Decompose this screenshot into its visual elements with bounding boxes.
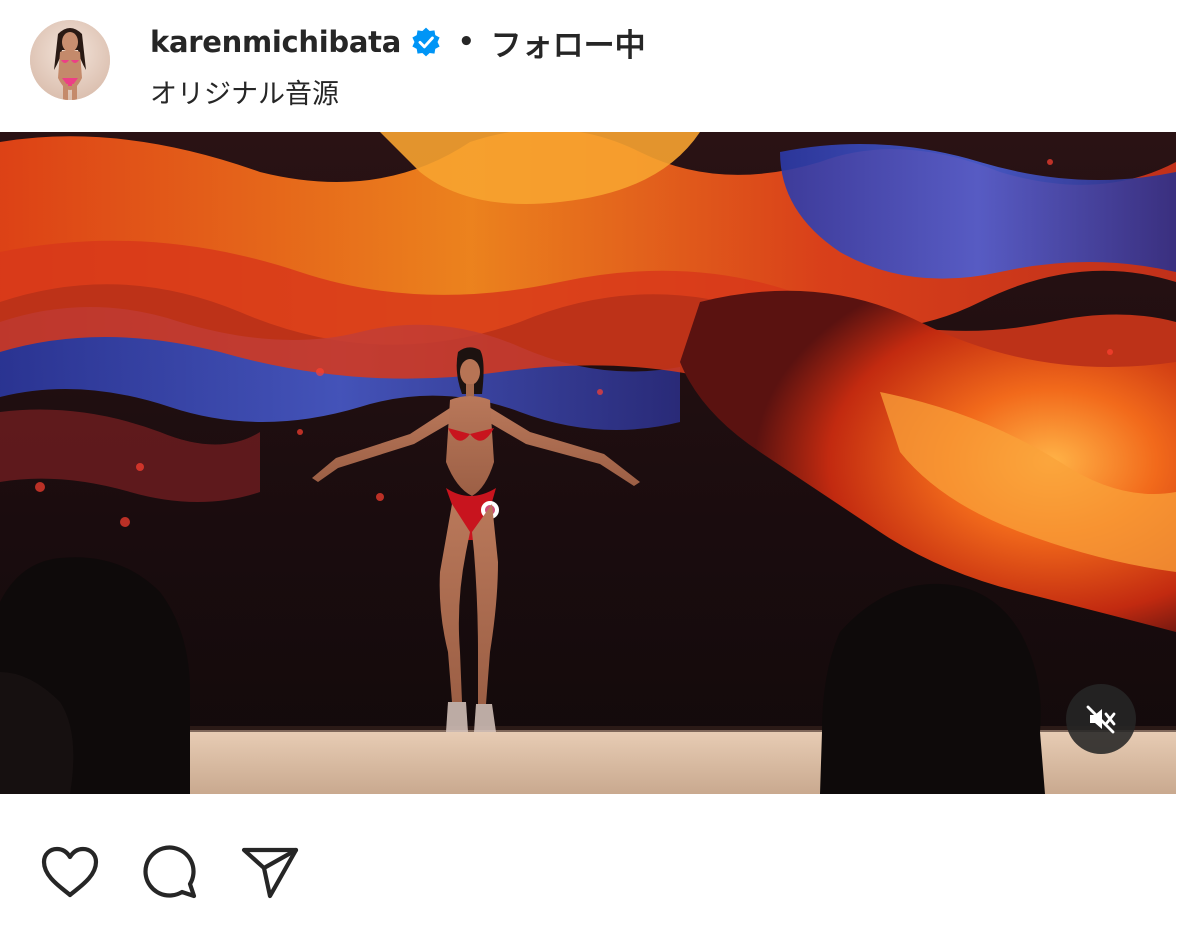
separator-dot: • [457,27,475,57]
username-link[interactable]: karenmichibata [150,25,401,59]
like-button[interactable] [38,840,102,904]
speaker-muted-icon [1086,705,1116,734]
mute-toggle-button[interactable] [1066,684,1136,754]
verified-badge-icon [410,26,442,58]
video-frame [0,132,1176,794]
avatar[interactable] [30,20,110,100]
action-bar [0,794,1182,934]
instagram-post: karenmichibata • フォロー中 オリジナル音源 [0,0,1182,934]
comment-bubble-icon [143,845,197,899]
share-button[interactable] [238,840,302,904]
paper-plane-icon [241,847,299,899]
original-audio-link[interactable]: オリジナル音源 [150,72,339,111]
following-button[interactable]: フォロー中 [491,20,646,65]
post-header: karenmichibata • フォロー中 オリジナル音源 [0,0,1182,132]
user-line: karenmichibata • フォロー中 [150,20,646,64]
heart-icon [41,846,99,898]
video-player[interactable] [0,132,1176,794]
avatar-image [30,20,110,100]
comment-button[interactable] [138,840,202,904]
